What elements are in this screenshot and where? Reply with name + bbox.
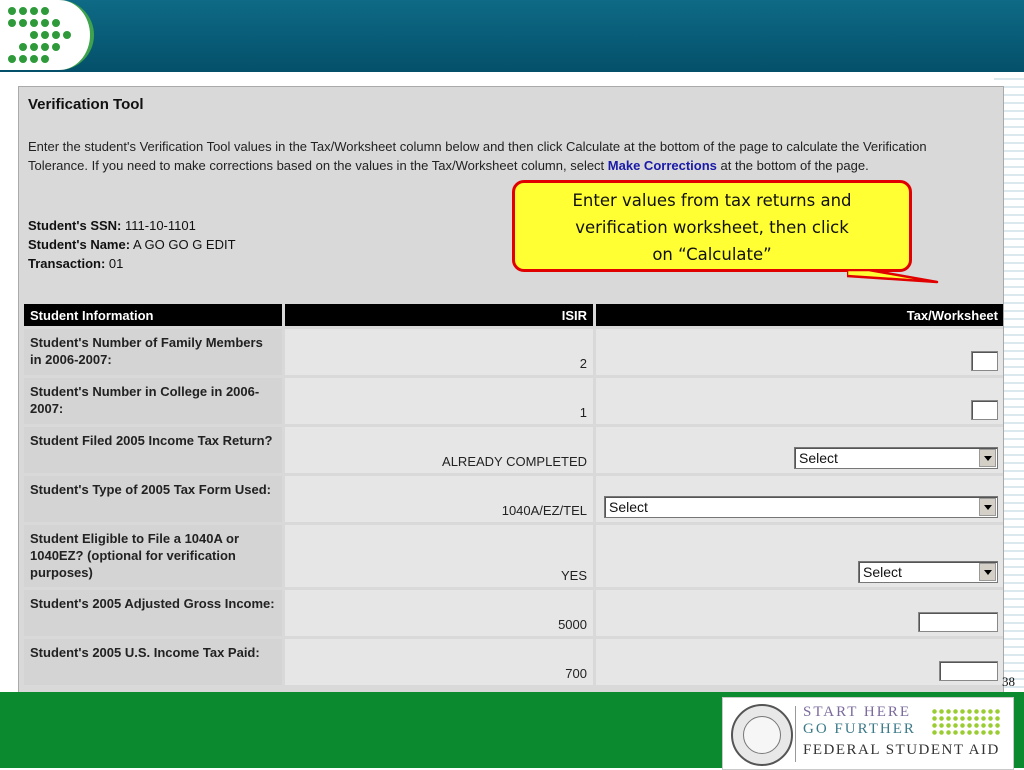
eligible-1040a-select[interactable]: Select [858, 561, 998, 583]
transaction-value: 01 [108, 256, 124, 271]
panel-intro: Enter the student's Verification Tool va… [28, 137, 988, 175]
name-value: A GO GO G EDIT [132, 237, 236, 252]
ssn-label: Student's SSN: [28, 218, 122, 233]
callout-line-3: on “Calculate” [652, 245, 772, 264]
row-label: Student Filed 2005 Income Tax Return? [24, 427, 282, 473]
table-row: Student's Number in College in 2006-2007… [24, 378, 1003, 424]
select-value: Select [863, 564, 902, 580]
dots-logo-icon [6, 5, 86, 67]
family-members-input[interactable] [971, 351, 998, 371]
header-student-information: Student Information [24, 304, 282, 326]
table-row: Student's 2005 Adjusted Gross Income: 50… [24, 590, 1003, 636]
tax-worksheet-cell [596, 329, 1003, 375]
tax-worksheet-cell: Select [596, 476, 1003, 522]
table-row: Student Filed 2005 Income Tax Return? AL… [24, 427, 1003, 473]
row-label: Student's Number of Family Members in 20… [24, 329, 282, 375]
fsa-logo: START HERE GO FURTHER FEDERAL STUDENT AI… [722, 697, 1014, 770]
fsa-line-3: FEDERAL STUDENT AID [803, 742, 1000, 758]
logo-badge [0, 0, 94, 70]
tax-worksheet-cell [596, 590, 1003, 636]
chevron-down-icon[interactable] [979, 498, 996, 516]
intro-tail: at the bottom of the page. [720, 158, 869, 173]
fsa-line-1: START HERE [803, 704, 912, 720]
verification-table: Student Information ISIR Tax/Worksheet S… [21, 301, 1003, 688]
callout-box: Enter values from tax returns and verifi… [512, 180, 912, 272]
callout-line-1: Enter values from tax returns and [572, 191, 852, 210]
ssn-value: 111-10-1101 [125, 218, 196, 233]
tax-form-type-select[interactable]: Select [604, 496, 998, 518]
adjusted-gross-income-input[interactable] [918, 612, 998, 632]
isir-value: 2 [285, 329, 593, 375]
chevron-down-icon[interactable] [979, 563, 996, 581]
isir-value: 5000 [285, 590, 593, 636]
tax-worksheet-cell: Select [596, 525, 1003, 587]
isir-value: 700 [285, 639, 593, 685]
table-row: Student Eligible to File a 1040A or 1040… [24, 525, 1003, 587]
number-in-college-input[interactable] [971, 400, 998, 420]
isir-value: 1040A/EZ/TEL [285, 476, 593, 522]
table-row: Student's Type of 2005 Tax Form Used: 10… [24, 476, 1003, 522]
logo-divider [795, 706, 796, 762]
row-label: Student's Type of 2005 Tax Form Used: [24, 476, 282, 522]
table-header-row: Student Information ISIR Tax/Worksheet [24, 304, 1003, 326]
verification-tool-panel: Verification Tool Enter the student's Ve… [18, 86, 1004, 694]
isir-value: ALREADY COMPLETED [285, 427, 593, 473]
callout-pointer-icon [847, 270, 939, 284]
callout-line-2: verification worksheet, then click [575, 218, 849, 237]
table-row: Student's Number of Family Members in 20… [24, 329, 1003, 375]
isir-value: 1 [285, 378, 593, 424]
make-corrections-link[interactable]: Make Corrections [608, 158, 717, 173]
isir-value: YES [285, 525, 593, 587]
row-label: Student Eligible to File a 1040A or 1040… [24, 525, 282, 587]
department-seal-icon [731, 704, 793, 766]
student-info: Student's SSN: 111-10-1101 Student's Nam… [28, 216, 236, 273]
dot-grid-icon [931, 708, 1001, 736]
select-value: Select [609, 499, 648, 515]
header-tax-worksheet: Tax/Worksheet [596, 304, 1003, 326]
select-value: Select [799, 450, 838, 466]
table-row: Student's 2005 U.S. Income Tax Paid: 700 [24, 639, 1003, 685]
row-label: Student's 2005 U.S. Income Tax Paid: [24, 639, 282, 685]
header-banner [0, 0, 1024, 72]
tax-worksheet-cell: Select [596, 427, 1003, 473]
page-number: 38 [1002, 674, 1015, 689]
filed-tax-return-select[interactable]: Select [794, 447, 998, 469]
tax-worksheet-cell [596, 378, 1003, 424]
row-label: Student's Number in College in 2006-2007… [24, 378, 282, 424]
fsa-line-2: GO FURTHER [803, 721, 916, 737]
row-label: Student's 2005 Adjusted Gross Income: [24, 590, 282, 636]
transaction-label: Transaction: [28, 256, 106, 271]
name-label: Student's Name: [28, 237, 131, 252]
chevron-down-icon[interactable] [979, 449, 996, 467]
panel-title: Verification Tool [28, 96, 144, 113]
income-tax-paid-input[interactable] [939, 661, 998, 681]
header-isir: ISIR [285, 304, 593, 326]
tax-worksheet-cell [596, 639, 1003, 685]
